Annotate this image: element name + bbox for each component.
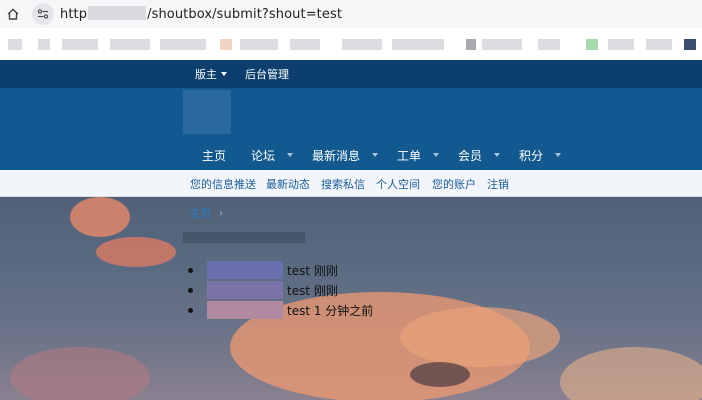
- nav-item-home[interactable]: 主页: [202, 147, 226, 164]
- nav-item-members[interactable]: 会员: [458, 147, 501, 164]
- bookmark-item[interactable]: [466, 39, 476, 50]
- background-cloud: [400, 307, 560, 367]
- avatar[interactable]: [207, 281, 283, 299]
- bullet-icon: [188, 307, 193, 313]
- bullet-icon: [188, 287, 193, 293]
- shout-list: test 刚刚 test 刚刚 test 1 分钟之前: [188, 260, 373, 320]
- chevron-down-icon: [372, 153, 379, 157]
- background-cloud: [70, 197, 130, 237]
- chevron-down-icon: [287, 153, 294, 157]
- background-cloud: [96, 237, 176, 267]
- shout-text: test 刚刚: [287, 263, 338, 278]
- list-item: test 1 分钟之前: [188, 300, 373, 320]
- background-cloud: [560, 347, 702, 400]
- bookmark-item[interactable]: [482, 39, 522, 50]
- chevron-down-icon: [433, 153, 440, 157]
- moderator-label: 版主: [195, 68, 217, 81]
- sub-nav-logout[interactable]: 注销: [487, 176, 509, 192]
- bookmark-item[interactable]: [160, 39, 206, 50]
- page-title-redacted: [183, 232, 305, 243]
- sub-nav: 您的信息推送 最新动态 搜索私信 个人空间 您的账户 注销: [0, 170, 702, 197]
- bookmarks-bar: [0, 28, 702, 60]
- sub-nav-search-messages[interactable]: 搜索私信: [321, 176, 365, 192]
- shout-text: test 1 分钟之前: [287, 303, 374, 318]
- bullet-icon: [188, 267, 193, 273]
- bookmark-item[interactable]: [220, 39, 232, 50]
- nav-item-tickets[interactable]: 工单: [397, 147, 440, 164]
- bookmark-item[interactable]: [392, 39, 444, 50]
- nav-item-latest[interactable]: 最新消息: [312, 147, 379, 164]
- url-path: /shoutbox/submit?shout=test: [147, 7, 343, 22]
- nav-item-forum[interactable]: 论坛: [251, 147, 294, 164]
- bookmark-item[interactable]: [38, 39, 50, 50]
- sub-nav-profile[interactable]: 个人空间: [376, 176, 420, 192]
- breadcrumb: 主页 ›: [189, 205, 223, 221]
- avatar[interactable]: [207, 301, 283, 319]
- url-host-redacted: [88, 6, 147, 20]
- chevron-down-icon: [494, 153, 501, 157]
- moderator-menu[interactable]: 版主: [195, 66, 227, 82]
- nav-label: 积分: [519, 148, 544, 163]
- nav-label: 论坛: [251, 148, 276, 163]
- nav-label: 工单: [397, 148, 422, 163]
- url-text[interactable]: http/shoutbox/submit?shout=test: [60, 6, 342, 22]
- nav-label: 会员: [458, 148, 483, 163]
- sub-nav-account[interactable]: 您的账户: [432, 176, 476, 192]
- breadcrumb-home[interactable]: 主页: [189, 205, 211, 221]
- forum-top-strip: 版主 后台管理: [0, 60, 702, 88]
- background-cloud: [10, 347, 150, 400]
- forum-banner: 主页 论坛 最新消息 工单 会员 积分: [0, 88, 702, 170]
- nav-label: 主页: [202, 148, 227, 163]
- site-settings-icon[interactable]: [32, 3, 54, 25]
- bookmark-item[interactable]: [538, 39, 560, 50]
- url-scheme: http: [60, 7, 88, 22]
- main-nav: 主页 论坛 最新消息 工单 会员 积分: [0, 143, 702, 167]
- bookmark-item[interactable]: [8, 39, 22, 50]
- bookmark-item[interactable]: [646, 39, 672, 50]
- bookmark-item[interactable]: [586, 39, 598, 50]
- avatar[interactable]: [207, 261, 283, 279]
- site-logo[interactable]: [183, 90, 231, 134]
- bookmark-item[interactable]: [62, 39, 98, 50]
- background-cloud: [410, 362, 470, 387]
- nav-label: 最新消息: [312, 148, 361, 163]
- chevron-down-icon: [221, 72, 227, 76]
- nav-item-points[interactable]: 积分: [519, 147, 562, 164]
- list-item: test 刚刚: [188, 260, 373, 280]
- bookmark-item[interactable]: [608, 39, 634, 50]
- breadcrumb-separator: ›: [219, 207, 223, 219]
- shout-text: test 刚刚: [287, 283, 338, 298]
- chevron-down-icon: [555, 153, 562, 157]
- browser-address-bar[interactable]: http/shoutbox/submit?shout=test: [0, 0, 702, 28]
- bookmark-item[interactable]: [342, 39, 382, 50]
- bookmark-item[interactable]: [240, 39, 278, 50]
- admin-link[interactable]: 后台管理: [245, 66, 289, 82]
- sub-nav-latest-activity[interactable]: 最新动态: [266, 176, 310, 192]
- list-item: test 刚刚: [188, 280, 373, 300]
- page-content: 主页 › test 刚刚 test 刚刚 test 1 分钟之前: [0, 197, 702, 400]
- home-icon[interactable]: [4, 5, 22, 23]
- bookmark-item[interactable]: [110, 39, 150, 50]
- bookmark-item[interactable]: [290, 39, 320, 50]
- sub-nav-alerts[interactable]: 您的信息推送: [190, 176, 256, 192]
- bookmark-item[interactable]: [684, 39, 696, 50]
